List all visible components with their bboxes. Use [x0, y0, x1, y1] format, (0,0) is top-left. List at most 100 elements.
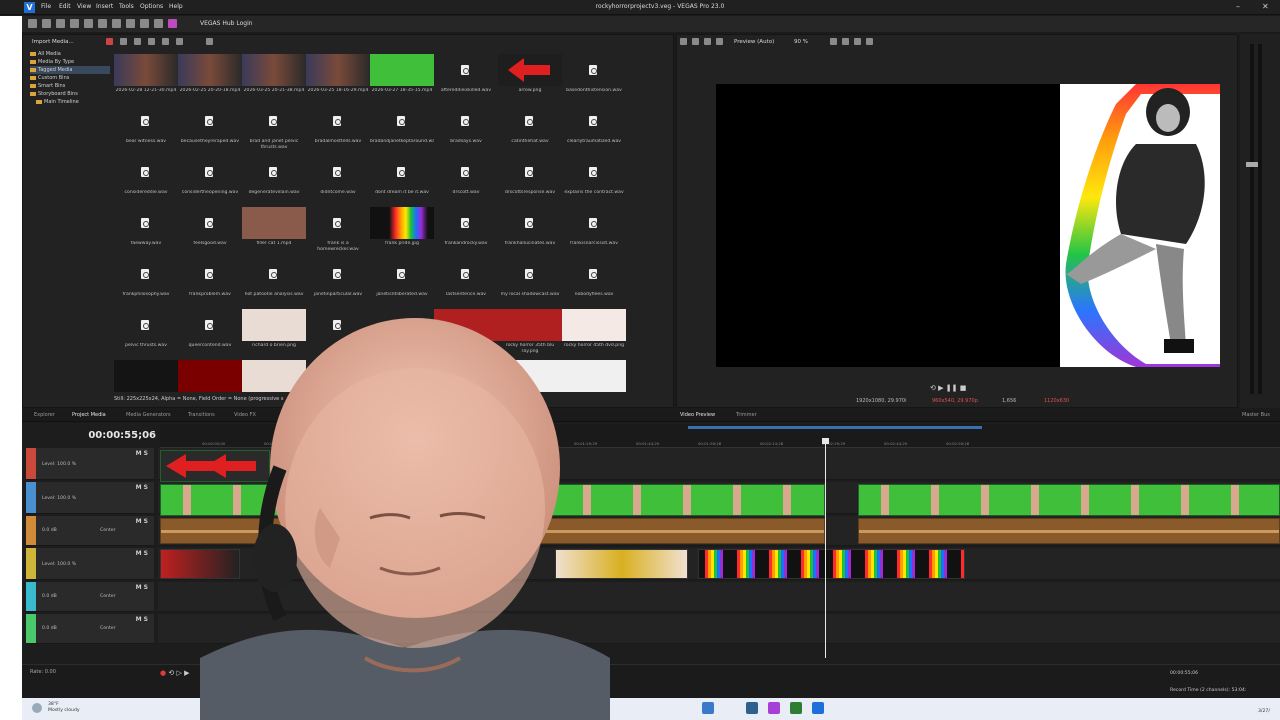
media-item[interactable]: frankphilosophy.wav: [114, 256, 178, 307]
media-item[interactable]: arrow.png: [498, 52, 562, 103]
tab-media-generators[interactable]: Media Generators: [126, 412, 171, 418]
paste-icon[interactable]: [126, 19, 135, 28]
media-item[interactable]: frankandrocky.wav: [434, 205, 498, 256]
media-item[interactable]: lastsentence.wav: [434, 256, 498, 307]
media-item[interactable]: my local shadowcast.wav: [498, 256, 562, 307]
split-screen-icon[interactable]: [716, 38, 723, 45]
play-icon[interactable]: ▶: [938, 384, 943, 392]
media-item[interactable]: dont dream it be it.wav: [370, 154, 434, 205]
media-item[interactable]: brad and janet pelvic thrusts.wav: [242, 103, 306, 154]
media-item[interactable]: drscott.wav: [434, 154, 498, 205]
play-icon[interactable]: ▶: [184, 669, 189, 677]
media-item[interactable]: nobodyflees.wav: [562, 256, 626, 307]
mute-solo-buttons[interactable]: M S: [136, 616, 148, 623]
loop-region[interactable]: [688, 426, 982, 429]
tree-item-media-by-type[interactable]: Media By Type: [30, 58, 110, 66]
capture-icon[interactable]: [120, 38, 127, 45]
tree-item-smart-bins[interactable]: Smart Bins: [30, 82, 110, 90]
media-item[interactable]: frankproblem.wav: [178, 256, 242, 307]
media-item[interactable]: becausetheyreraped.wav: [178, 103, 242, 154]
mute-solo-buttons[interactable]: M S: [136, 484, 148, 491]
obs-icon[interactable]: [768, 702, 780, 714]
weather-icon[interactable]: [32, 703, 42, 713]
media-item[interactable]: janetisntliberated.wav: [370, 256, 434, 307]
menu-help[interactable]: Help: [169, 3, 183, 10]
media-item[interactable]: degeneratevillain.wav: [242, 154, 306, 205]
zoom-select[interactable]: 90 %: [794, 39, 808, 45]
menu-options[interactable]: Options: [140, 3, 163, 10]
media-item[interactable]: explains the contract.wav: [562, 154, 626, 205]
weather-widget[interactable]: 38°F Mostly cloudy: [48, 702, 80, 714]
media-item[interactable]: pelvic thrusts.wav: [114, 307, 178, 358]
menu-view[interactable]: View: [77, 3, 91, 10]
tree-item-tagged-media[interactable]: Tagged Media: [30, 66, 110, 74]
external-monitor-icon[interactable]: [692, 38, 699, 45]
tree-item-main-timeline[interactable]: Main Timeline: [30, 98, 110, 106]
menu-edit[interactable]: Edit: [59, 3, 71, 10]
copy-snapshot-icon[interactable]: [854, 38, 861, 45]
media-item[interactable]: considertheopening.wav: [178, 154, 242, 205]
steam-icon[interactable]: [746, 702, 758, 714]
media-item[interactable]: faewway.wav: [114, 205, 178, 256]
media-item[interactable]: clearlytraumatized.wav: [562, 103, 626, 154]
media-item[interactable]: drscottsresponse.wav: [498, 154, 562, 205]
play-from-start-icon[interactable]: ▷: [176, 669, 181, 677]
media-item[interactable]: bradalmosttells.wav: [306, 103, 370, 154]
file-explorer-icon[interactable]: [702, 702, 714, 714]
new-project-icon[interactable]: [28, 19, 37, 28]
mute-solo-buttons[interactable]: M S: [136, 550, 148, 557]
mute-solo-buttons[interactable]: M S: [136, 518, 148, 525]
redo-icon[interactable]: [154, 19, 163, 28]
hub-login-link[interactable]: VEGAS Hub Login: [200, 20, 253, 27]
media-item[interactable]: frank is a homewrecker.wav: [306, 205, 370, 256]
stop-icon[interactable]: ■: [960, 384, 967, 392]
media-item[interactable]: 2026-02-25 20-20-18.mp4: [178, 52, 242, 103]
search-icon[interactable]: [206, 38, 213, 45]
track-header[interactable]: M S 0.0 dB Center: [26, 582, 154, 612]
preview-quality-select[interactable]: Preview (Auto): [734, 39, 774, 45]
minimize-icon[interactable]: –: [1236, 2, 1240, 11]
master-fader-handle[interactable]: [1246, 162, 1258, 167]
tab-explorer[interactable]: Explorer: [34, 412, 55, 418]
media-item[interactable]: 2026-03-25 20-21-38.mp4: [242, 52, 306, 103]
media-item[interactable]: 2026-03-27 18-35-15.mp4: [370, 52, 434, 103]
mute-solo-buttons[interactable]: M S: [136, 584, 148, 591]
vegas-taskbar-icon[interactable]: [812, 702, 824, 714]
media-fx-icon[interactable]: [134, 38, 141, 45]
copy-icon[interactable]: [112, 19, 121, 28]
stop-icon[interactable]: [162, 38, 169, 45]
playhead[interactable]: [825, 440, 826, 658]
menu-file[interactable]: File: [41, 3, 51, 10]
media-item[interactable]: frankisnarcissist.wav: [562, 205, 626, 256]
presenter-video-clip[interactable]: [858, 484, 1280, 516]
media-item[interactable]: bradsays.wav: [434, 103, 498, 154]
menu-tools[interactable]: Tools: [119, 3, 134, 10]
track-header[interactable]: M S Level: 100.0 %: [26, 548, 154, 580]
chrome-icon[interactable]: [790, 702, 802, 714]
overlays-icon[interactable]: [842, 38, 849, 45]
media-item[interactable]: bear witness.wav: [114, 103, 178, 154]
tree-item-all-media[interactable]: All Media: [30, 50, 110, 58]
tab-video-preview[interactable]: Video Preview: [680, 412, 715, 418]
media-item[interactable]: 2026-02-28 12-21-30.mp4: [114, 52, 178, 103]
mute-solo-buttons[interactable]: M S: [136, 450, 148, 457]
pause-icon[interactable]: ❚❚: [946, 384, 958, 392]
media-item[interactable]: feelsgood.wav: [178, 205, 242, 256]
loop-icon[interactable]: ⟲: [168, 669, 174, 677]
media-item[interactable]: 2026-03-25 18-16-29.mp4: [306, 52, 370, 103]
cut-icon[interactable]: [98, 19, 107, 28]
media-item[interactable]: catinthehat.wav: [498, 103, 562, 154]
media-item[interactable]: didntcome.wav: [306, 154, 370, 205]
media-item[interactable]: bradandjanetkeptaround.wav: [370, 103, 434, 154]
save-icon[interactable]: [56, 19, 65, 28]
media-item[interactable]: frankhallucinates.wav: [498, 205, 562, 256]
vegas-logo-icon[interactable]: V: [24, 2, 35, 13]
remove-media-icon[interactable]: [106, 38, 113, 45]
tree-item-storyboard-bins[interactable]: Storyboard Bins: [30, 90, 110, 98]
media-item[interactable]: janetinparticular.wav: [306, 256, 370, 307]
render-icon[interactable]: [70, 19, 79, 28]
hub-icon[interactable]: [168, 19, 177, 28]
grid-icon[interactable]: [830, 38, 837, 45]
open-icon[interactable]: [42, 19, 51, 28]
media-item[interactable]: considereddie.wav: [114, 154, 178, 205]
